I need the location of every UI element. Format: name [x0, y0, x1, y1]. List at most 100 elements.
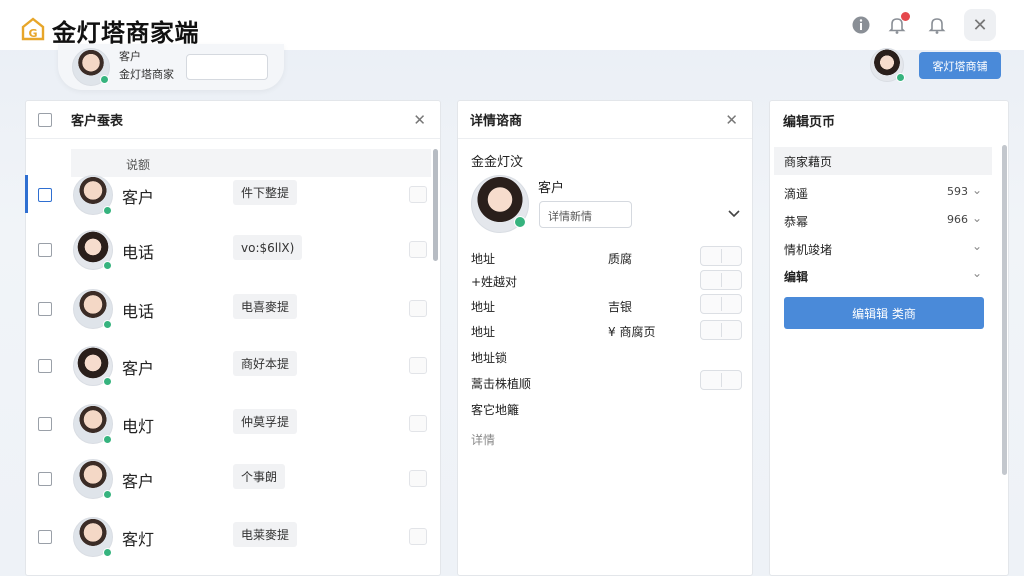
row-name: 电灯	[122, 417, 155, 436]
row-tag: 仲莫孚提	[233, 409, 298, 434]
svg-text:G: G	[28, 27, 37, 40]
field-value: ¥ 商腐页	[608, 325, 656, 339]
field-value: 质腐	[608, 252, 633, 266]
notification-bell-icon[interactable]	[884, 12, 910, 38]
customer-list-panel: 客户蚕表 ✕ 说额 客户 件下整提 电话 vo:$6llX) 电话 电喜麥提 客…	[25, 100, 441, 576]
row-name: 电话	[122, 243, 155, 262]
close-icon: ✕	[972, 14, 988, 36]
list-item[interactable]: 客户 商好本提	[26, 338, 432, 394]
row-action-box[interactable]	[409, 528, 427, 545]
chevron-down-icon: ⌄	[971, 266, 982, 280]
close-window-button[interactable]: ✕	[964, 9, 996, 41]
row-checkbox[interactable]	[38, 302, 52, 316]
edit-row[interactable]: 编辑 ⌄	[784, 266, 982, 285]
customer-list-header: 客户蚕表 ✕	[26, 101, 440, 139]
row-name: 电话	[122, 302, 155, 321]
edit-row-label: 恭幂	[784, 215, 809, 229]
field-label: 地址	[471, 252, 496, 266]
row-checkbox[interactable]	[38, 530, 52, 544]
field-toggle[interactable]	[700, 246, 742, 266]
field-toggle[interactable]	[700, 320, 742, 340]
online-status-icon	[103, 206, 112, 215]
field-label: 地址	[471, 325, 496, 339]
row-action-box[interactable]	[409, 470, 427, 487]
row-tag: 电喜麥提	[233, 294, 298, 319]
field-toggle[interactable]	[700, 370, 742, 390]
info-icon[interactable]	[848, 12, 874, 38]
details-footer: 详情	[471, 433, 496, 447]
customer-search-input[interactable]	[186, 54, 268, 80]
shop-button[interactable]: 客灯塔商铺	[919, 52, 1001, 79]
edit-section: 商家藉页	[774, 147, 992, 175]
list-item[interactable]: 电灯 仲莫孚提	[26, 396, 432, 452]
current-customer-card[interactable]: 客户 金灯塔商家	[58, 44, 284, 90]
online-status-icon	[100, 75, 109, 84]
edit-scrollbar[interactable]	[1002, 145, 1007, 475]
online-status-icon	[103, 490, 112, 499]
details-input[interactable]: 详情新情	[539, 201, 632, 228]
field-toggle[interactable]	[700, 270, 742, 290]
row-name: 客户	[122, 188, 155, 207]
edit-row[interactable]: 情机竣堵 ⌄	[784, 239, 982, 258]
edit-row-value: 593	[947, 185, 968, 198]
row-tag: 个事朗	[233, 464, 286, 489]
row-action-box[interactable]	[409, 415, 427, 432]
list-scrollbar[interactable]	[433, 149, 438, 261]
list-item[interactable]: 电话 电喜麥提	[26, 281, 432, 337]
edit-panel: 编辑页币 商家藉页 滴遥 593 ⌄ 恭幂 966 ⌄ 情机竣堵 ⌄ 编辑 ⌄ …	[769, 100, 1009, 576]
title-bar: G 金灯塔商家端 ✕	[0, 0, 1024, 50]
online-status-icon	[514, 216, 526, 228]
edit-row[interactable]: 恭幂 966 ⌄	[784, 211, 982, 230]
row-checkbox[interactable]	[38, 243, 52, 257]
edit-row[interactable]: 滴遥 593 ⌄	[784, 183, 982, 202]
row-tag: 件下整提	[233, 180, 298, 205]
online-status-icon	[896, 73, 905, 82]
online-status-icon	[103, 548, 112, 557]
field-label: 蒿击株植顺	[471, 377, 532, 391]
field-label: 地址锁	[471, 351, 508, 365]
close-icon[interactable]: ✕	[725, 111, 738, 129]
details-section-label: 金金灯汶	[471, 155, 524, 170]
edit-row-label: 滴遥	[784, 187, 809, 201]
chevron-down-icon: ⌄	[971, 211, 982, 225]
edit-header: 编辑页币	[770, 101, 1008, 139]
chevron-down-icon: ⌄	[971, 239, 982, 253]
row-name: 客户	[122, 359, 155, 378]
list-item[interactable]: 客灯 电莱麥提	[26, 509, 432, 565]
online-status-icon	[103, 377, 112, 386]
row-action-box[interactable]	[409, 186, 427, 203]
select-all-checkbox[interactable]	[38, 113, 52, 127]
field-toggle[interactable]	[700, 294, 742, 314]
row-tag: 电莱麥提	[233, 522, 298, 547]
field-label: 客它地籬	[471, 403, 520, 417]
app-logo-icon: G	[21, 17, 45, 41]
edit-title: 编辑页币	[783, 114, 836, 130]
row-name: 客户	[122, 472, 155, 491]
row-checkbox[interactable]	[38, 472, 52, 486]
customer-name: 客户	[119, 50, 141, 63]
list-item[interactable]: 电话 vo:$6llX)	[26, 222, 432, 278]
edit-row-label: 情机竣堵	[784, 243, 833, 257]
row-action-box[interactable]	[409, 357, 427, 374]
row-action-box[interactable]	[409, 300, 427, 317]
customer-subtitle: 金灯塔商家	[119, 68, 174, 81]
row-tag: vo:$6llX)	[233, 235, 303, 260]
row-action-box[interactable]	[409, 241, 427, 258]
details-customer-label: 客户	[538, 181, 565, 196]
field-value: 吉银	[608, 300, 633, 314]
list-item[interactable]: 客户 件下整提	[25, 167, 432, 223]
list-item[interactable]: 客户 个事朗	[26, 451, 432, 507]
online-status-icon	[103, 435, 112, 444]
row-checkbox[interactable]	[38, 417, 52, 431]
edit-row-label: 编辑	[784, 270, 809, 284]
row-checkbox[interactable]	[38, 359, 52, 373]
row-checkbox[interactable]	[38, 188, 52, 202]
online-status-icon	[103, 320, 112, 329]
edit-submit-button[interactable]: 编辑辑 类商	[784, 297, 984, 329]
field-label: +姓越对	[471, 275, 518, 289]
row-name: 客灯	[122, 530, 155, 549]
customer-list-title: 客户蚕表	[71, 114, 124, 129]
chevron-down-icon[interactable]	[728, 209, 740, 219]
close-icon[interactable]: ✕	[413, 111, 426, 129]
bell-icon[interactable]	[924, 12, 950, 38]
